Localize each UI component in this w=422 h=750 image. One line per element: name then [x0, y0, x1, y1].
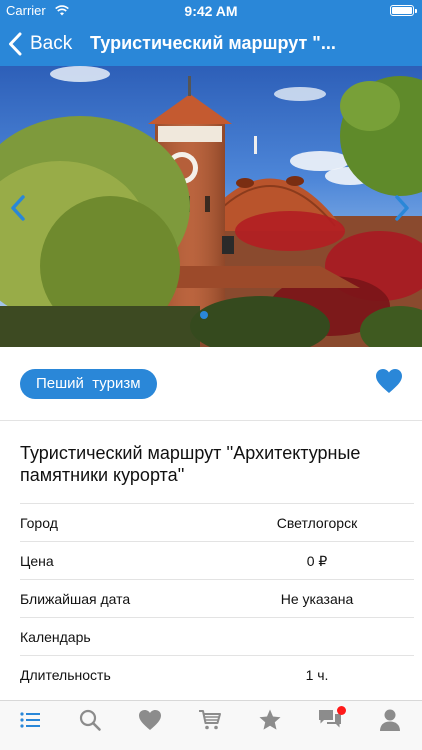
gallery-next-arrow[interactable]: [392, 194, 412, 222]
search-icon: [79, 709, 101, 731]
gallery-page-indicator: [200, 311, 208, 319]
photo-gallery[interactable]: [0, 66, 422, 347]
back-button[interactable]: Back: [8, 30, 72, 58]
chevron-left-icon: [9, 32, 22, 56]
back-label: Back: [30, 33, 73, 54]
tag-row: Пеший туризм: [0, 347, 422, 421]
page-title: Туристический маршрут "...: [90, 33, 336, 53]
profile-icon: [380, 709, 400, 731]
info-value: Не указана: [280, 591, 354, 607]
navigation-bar: Back Туристический маршрут "...: [0, 22, 422, 66]
info-label: Ближайшая дата: [20, 591, 131, 607]
cart-icon: [199, 710, 221, 730]
list-icon: [20, 712, 40, 728]
info-row-price: Цена 0 ₽: [20, 541, 414, 579]
favorite-heart-icon[interactable]: [375, 368, 403, 394]
info-label: Длительность: [20, 667, 111, 683]
info-row-city: Город Светлогорск: [20, 503, 414, 541]
heart-icon: [139, 710, 161, 730]
tab-list[interactable]: [0, 701, 60, 750]
info-value: Светлогорск: [276, 515, 358, 531]
tab-messages[interactable]: [300, 701, 360, 750]
info-row-calendar[interactable]: Календарь: [20, 617, 414, 655]
gallery-prev-arrow[interactable]: [8, 194, 28, 222]
tab-rating[interactable]: [240, 701, 300, 750]
notification-badge: [337, 706, 346, 715]
tab-cart[interactable]: [180, 701, 240, 750]
battery-icon: [390, 5, 417, 16]
tab-bar: [0, 700, 422, 750]
info-value: 0 ₽: [306, 553, 328, 569]
status-bar: Carrier 9:42 AM: [0, 0, 422, 22]
tab-favorites[interactable]: [120, 701, 180, 750]
top-bar: Carrier 9:42 AM Back Туристический маршр…: [0, 0, 422, 66]
info-label: Цена: [20, 553, 54, 569]
tour-title: Туристический маршрут ''Архитектурные па…: [20, 443, 361, 485]
tab-search[interactable]: [60, 701, 120, 750]
gallery-photo: [0, 66, 422, 347]
info-label: Город: [20, 515, 58, 531]
info-row-duration: Длительность 1 ч.: [20, 655, 414, 693]
info-label: Календарь: [20, 629, 91, 645]
info-row-nearest-date: Ближайшая дата Не указана: [20, 579, 414, 617]
tab-profile[interactable]: [360, 701, 420, 750]
status-time: 9:42 AM: [184, 3, 238, 19]
category-tag[interactable]: Пеший туризм: [20, 369, 157, 399]
info-value: 1 ч.: [305, 667, 329, 683]
star-icon: [259, 709, 281, 730]
